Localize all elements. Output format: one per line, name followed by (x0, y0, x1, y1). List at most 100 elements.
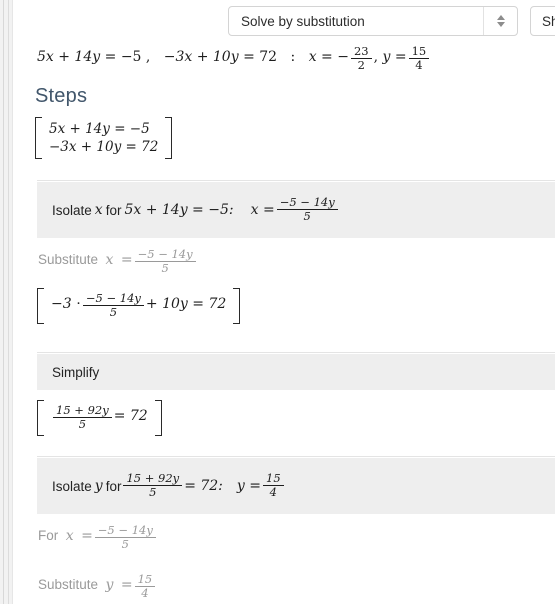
isolate-x-result-denominator: 5 (303, 209, 311, 224)
substitute-y-equals: = (120, 577, 133, 594)
solution-y-numerator: 15 (408, 45, 430, 59)
substituted-equation: −3 ⋅ −5 − 14y 5 + 10y = 72 (37, 288, 241, 329)
query-eq2-equals: = (243, 49, 260, 66)
isolate-y-variable: y (94, 478, 103, 494)
bracket-right (233, 288, 241, 324)
simplified-numerator: 15 + 92y (53, 404, 112, 418)
substitute-y-fraction: 15 4 (134, 573, 156, 601)
for-x-step: For x = −5 − 14y 5 (38, 524, 158, 552)
select-stepper[interactable] (483, 7, 517, 35)
simplified-tail: = 72 (113, 408, 148, 425)
gutter-rule-inner (8, 0, 9, 604)
simplified-denominator: 5 (78, 416, 87, 431)
simplified-body: 15 + 92y 5 = 72 (44, 400, 155, 436)
isolate-y-result-numerator: 15 (263, 472, 284, 487)
for-x-fraction: −5 − 14y 5 (94, 524, 156, 552)
query-line: 5x + 14y = −5 , −3x + 10y = 72 : x = −23… (37, 45, 547, 73)
substituted-fraction: −5 − 14y 5 (82, 292, 144, 320)
substitute-y-numerator: 15 (134, 573, 156, 587)
isolate-x-variable: x (94, 202, 103, 218)
system-of-equations: 5x + 14y = −5 −3x + 10y = 72 (35, 117, 173, 164)
query-eq2-rhs: 72 (259, 49, 278, 66)
triangle-down-icon (496, 22, 505, 27)
substitute-x-equals: = (120, 252, 133, 269)
steps-heading: Steps (35, 85, 88, 107)
substituted-bracket: −3 ⋅ −5 − 14y 5 + 10y = 72 (37, 288, 241, 324)
query-eq1-lhs: 5x + 14y (37, 49, 101, 66)
isolate-y-result-denominator: 4 (269, 485, 277, 500)
solution-comma: , (373, 49, 379, 66)
bracket-right (165, 117, 173, 159)
divider-2 (37, 352, 555, 353)
simplify-label: Simplify (52, 364, 100, 380)
isolate-y-prefix: Isolate (52, 478, 92, 494)
triangle-up-icon (496, 15, 505, 20)
isolate-x-equation: 5x + 14y = −5: (124, 202, 234, 218)
solution-x-denominator: 2 (357, 57, 365, 72)
isolate-x-result-label: x = (250, 202, 275, 218)
solution-x-fraction: 23 2 (350, 45, 372, 73)
system-bracket: 5x + 14y = −5 −3x + 10y = 72 (35, 117, 173, 159)
isolate-y-result-fraction: 15 4 (263, 472, 284, 500)
substitute-y-step: Substitute y = 15 4 (38, 573, 157, 601)
simplified-fraction: 15 + 92y 5 (53, 404, 112, 432)
system-row-2: −3x + 10y = 72 (49, 139, 159, 155)
bracket-right (154, 400, 162, 436)
substitute-y-prefix: Substitute (38, 577, 99, 593)
query-separator: : (290, 49, 296, 66)
simplified-bracket: 15 + 92y 5 = 72 (37, 400, 162, 436)
substitute-x-prefix: Substitute (38, 252, 99, 268)
isolate-y-fraction: 15 + 92y 5 (123, 472, 183, 500)
solution-x-label: x = (308, 49, 333, 66)
solve-method-select[interactable]: Solve by substitution (228, 6, 518, 36)
substitute-x-numerator: −5 − 14y (134, 248, 196, 262)
divider-1 (37, 180, 555, 181)
left-gutter (0, 0, 12, 604)
query-eq2-lhs: −3x + 10y (163, 49, 239, 66)
for-x-numerator: −5 − 14y (94, 524, 156, 538)
show-steps-button[interactable]: Sho (530, 6, 555, 36)
isolate-y-result-label: y = (236, 478, 261, 494)
system-rows: 5x + 14y = −5 −3x + 10y = 72 (42, 117, 165, 159)
for-x-variable: x (65, 527, 74, 544)
substituted-numerator: −5 − 14y (82, 292, 144, 306)
isolate-y-step[interactable]: Isolate y for 15 + 92y 5 = 72: y = 15 4 (37, 458, 555, 514)
toolbar: Solve by substitution Sho (13, 6, 555, 38)
substituted-lead: −3 ⋅ (51, 296, 81, 313)
substitute-x-step: Substitute x = −5 − 14y 5 (38, 248, 198, 276)
substitute-y-variable: y (105, 576, 114, 593)
isolate-y-mid: for (105, 478, 122, 494)
solution-x-sign: − (337, 49, 349, 66)
isolate-y-equation-tail: = 72: (184, 478, 223, 494)
isolate-y-denominator: 5 (149, 485, 157, 500)
substituted-tail: + 10y = 72 (145, 296, 227, 313)
solution-y-fraction: 15 4 (408, 45, 430, 73)
substitute-x-fraction: −5 − 14y 5 (134, 248, 196, 276)
isolate-x-prefix: Isolate (52, 202, 92, 218)
system-row-1: 5x + 14y = −5 (49, 121, 150, 137)
substitute-x-variable: x (105, 251, 114, 268)
query-eq1-rhs: −5 (120, 49, 142, 66)
isolate-x-step[interactable]: Isolate x for 5x + 14y = −5: x = −5 − 14y… (37, 182, 555, 238)
bracket-left (37, 400, 44, 436)
substituted-denominator: 5 (109, 304, 118, 319)
solution-y-label: y = (382, 49, 407, 66)
for-x-equals: = (81, 528, 93, 545)
query-comma: , (145, 49, 151, 66)
bracket-left (37, 288, 44, 324)
isolate-x-result-fraction: −5 − 14y 5 (276, 196, 338, 224)
for-x-denominator: 5 (121, 536, 129, 551)
content-column: Solve by substitution Sho 5x + 14y = −5 … (13, 0, 555, 604)
simplify-step[interactable]: Simplify (37, 354, 555, 390)
substituted-body: −3 ⋅ −5 − 14y 5 + 10y = 72 (44, 288, 233, 324)
substitute-y-denominator: 4 (141, 585, 149, 600)
solve-method-value: Solve by substitution (241, 13, 365, 29)
bracket-left (35, 117, 42, 159)
isolate-x-mid: for (105, 202, 122, 218)
gutter-rule-outer (3, 0, 4, 604)
isolate-y-numerator: 15 + 92y (123, 472, 183, 487)
solution-x-numerator: 23 (350, 45, 372, 59)
simplified-equation: 15 + 92y 5 = 72 (37, 400, 162, 441)
for-x-prefix: For (38, 528, 59, 544)
solution-y-denominator: 4 (415, 57, 423, 72)
